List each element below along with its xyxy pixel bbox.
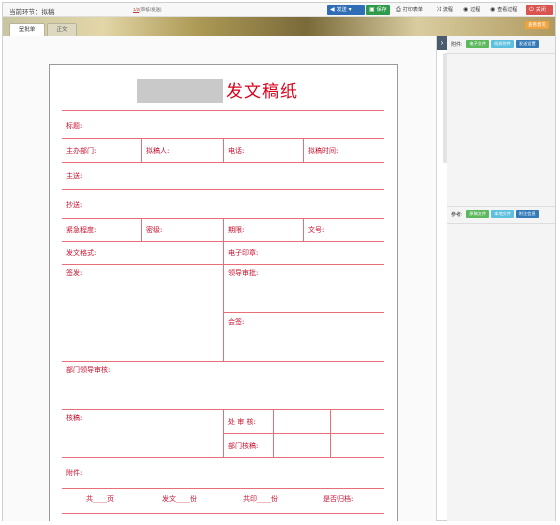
page-suffix: (审核/发送) [139,7,162,12]
rule [330,409,331,457]
rule [223,433,384,434]
flow-button[interactable]: ⤨ 流程 [433,5,459,15]
rule [62,162,384,163]
current-stage-label: 当前环节：拟稿 [9,9,55,16]
rule [303,138,304,162]
top-toolbar: 当前环节：拟稿 1/2(审核/发送) ◀ 发送 ▾ ▣ 保存 ⎙ 打印表单 ⤨ … [3,3,555,17]
rule [62,110,384,111]
rule [62,189,384,190]
redacted-org-name [137,79,223,103]
label-send-to: 主送: [66,172,83,180]
label-archive: 是否归档: [323,495,354,503]
form-title: 发文稿纸 [226,82,298,102]
print-form-button[interactable]: ⎙ 打印表单 [393,5,431,15]
save-button[interactable]: ▣ 保存 [366,5,390,15]
send-button[interactable]: ◀ 发送 ▾ [327,5,365,15]
rule [62,488,384,489]
process-label: 过程 [470,7,481,13]
label-total-pages: 共____页 [86,495,114,503]
view-process-label: 查看过程 [497,7,518,13]
tab-banner: 呈批单 正文 查看意见 [3,17,555,36]
view-opinion-button[interactable]: 查看意见 [525,21,549,29]
chevron-right-icon: › [440,38,444,47]
label-leader-approval: 领导审批: [228,269,259,277]
rule [141,218,142,241]
electronic-file-button[interactable]: 电子文件 [466,40,490,48]
rule [303,218,304,241]
side-panel: 附件: 电子文件 纸质附件 发送设置 参考: 原稿文件 本地文件 附注信息 [447,36,555,521]
document-area: 发文稿纸 标题: 主办部门: 拟稿人: 电话: 拟稿时间: 主送: 抄送: 紧急… [3,36,437,521]
label-subject: 标题: [66,122,83,130]
eye-icon: ◉ [490,7,496,13]
local-file-button[interactable]: 本地文件 [491,210,514,218]
tab-approval-form[interactable]: 呈批单 [9,23,45,36]
power-icon: ⏻ [529,7,534,13]
send-icon: ◀ [330,7,335,13]
close-button[interactable]: ⏻ 关闭 [526,5,553,15]
attachment-label: 附件: [451,41,463,48]
label-secret-level: 密级: [146,226,163,234]
attachment-row: 附件: 电子文件 纸质附件 发送设置 [451,40,539,48]
tab-document-body[interactable]: 正文 [47,23,77,36]
label-doc-number: 文号: [308,226,325,234]
save-label: 保存 [376,7,387,13]
label-urgency: 紧急程度: [66,226,97,234]
rule [141,138,142,162]
label-printed: 共印____份 [243,495,278,503]
label-office-review: 处 审 核: [228,418,256,426]
rule [62,361,384,362]
panel-collapse-handle[interactable]: › [437,36,447,50]
view-process-button[interactable]: ◉ 查看过程 [487,5,525,15]
eye-icon: ◉ [463,7,469,13]
send-settings-button[interactable]: 发送设置 [515,40,539,48]
shuffle-icon: ⤨ [436,7,441,13]
dispatch-form-paper: 发文稿纸 标题: 主办部门: 拟稿人: 电话: 拟稿时间: 主送: 抄送: 紧急… [49,64,398,521]
divider [447,223,555,224]
label-host-dept: 主办部门: [66,147,97,155]
label-deadline: 期限: [228,226,245,234]
label-dept-leader-review: 部门领导审核: [66,366,111,374]
rule [223,138,224,162]
label-phone: 电话: [228,147,245,155]
note-info-button[interactable]: 附注信息 [515,210,539,218]
label-countersign: 会签: [228,318,245,326]
label-draft-time: 拟稿时间: [308,147,339,155]
original-file-button[interactable]: 原稿文件 [466,210,490,218]
label-verify: 核稿: [66,414,83,422]
rule [273,409,274,457]
rule [223,409,224,457]
rule [223,218,224,264]
print-label: 打印表单 [402,7,423,13]
rule [223,312,384,313]
label-drafter: 拟稿人: [146,147,170,155]
paper-attachment-button[interactable]: 纸质附件 [491,40,514,48]
rule [223,264,224,361]
label-e-seal: 电子印章: [228,249,259,257]
label-issue: 签发: [66,269,83,277]
rule [62,457,384,458]
process-button[interactable]: ◉ 过程 [460,5,486,15]
printer-icon: ⎙ [396,7,401,13]
label-copies: 发文____份 [162,495,197,503]
label-attachment: 附件: [66,469,83,477]
floppy-icon: ▣ [369,7,375,13]
label-copy-to: 抄送: [66,201,83,209]
reference-row: 参考: 原稿文件 本地文件 附注信息 [451,210,539,218]
rule [62,513,384,514]
divider [447,206,555,207]
divider [447,53,555,54]
chevron-down-icon: ▾ [348,7,352,13]
send-label: 发送 [336,7,347,13]
reference-label: 参考: [451,211,463,218]
app-window: 当前环节：拟稿 1/2(审核/发送) ◀ 发送 ▾ ▣ 保存 ⎙ 打印表单 ⤨ … [2,2,556,521]
close-label: 关闭 [535,7,546,13]
label-doc-format: 发文格式: [66,249,97,257]
page-indicator: 1/2(审核/发送) [133,7,162,13]
flow-label: 流程 [442,7,453,13]
label-dept-verify: 部门核稿: [228,442,259,450]
